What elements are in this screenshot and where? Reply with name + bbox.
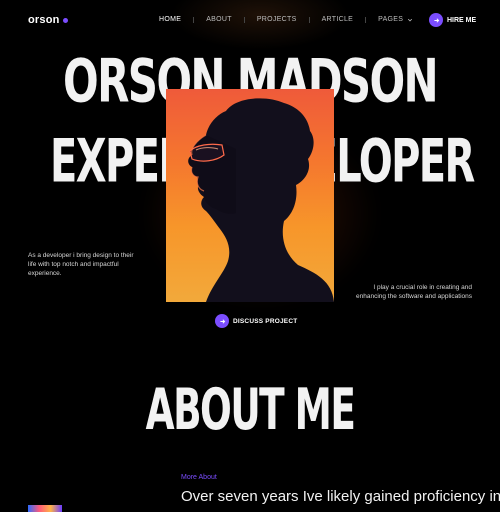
logo-dot [62,17,68,23]
arrow-right-icon [429,13,443,27]
nav-item-article[interactable]: ARTICLE [322,16,354,23]
nav-item-pages[interactable]: PAGES [378,16,413,23]
about-thumbnail-image [28,505,62,512]
about-eyebrow: More About [181,474,217,481]
nav-item-about[interactable]: ABOUT [206,16,232,23]
nav-label: HOME [159,16,182,23]
nav-label: ARTICLE [321,16,354,23]
hero-left-description: As a developer i bring design to their l… [28,252,134,277]
nav-label: PROJECTS [256,16,297,23]
arrow-right-icon [215,314,229,328]
logo-text: orson [28,14,60,26]
main-nav: HOME ABOUT PROJECTS ARTICLE PAGES [159,16,413,23]
logo[interactable]: orson [28,14,68,26]
nav-divider [365,16,367,23]
hire-me-label: HIRE ME [447,16,477,24]
nav-label: ABOUT [206,16,232,23]
hero-right-description: I play a crucial role in creating and en… [356,284,472,300]
silhouette-portrait-image [188,98,334,302]
nav-item-projects[interactable]: PROJECTS [257,16,297,23]
nav-divider [308,16,310,23]
nav-divider [193,16,195,23]
hire-me-button[interactable]: HIRE ME [429,13,476,27]
about-lead-text: Over seven years Ive likely gained profi… [181,488,500,505]
top-glow [170,0,350,50]
nav-item-home[interactable]: HOME [159,16,181,23]
nav-label: PAGES [378,16,404,23]
hero-portrait [166,89,334,302]
about-section-title: ABOUT ME [145,376,356,444]
discuss-project-button[interactable]: DISCUSS PROJECT [215,314,297,328]
discuss-project-label: DISCUSS PROJECT [233,317,298,325]
nav-divider [243,16,245,23]
chevron-down-icon [408,18,413,21]
